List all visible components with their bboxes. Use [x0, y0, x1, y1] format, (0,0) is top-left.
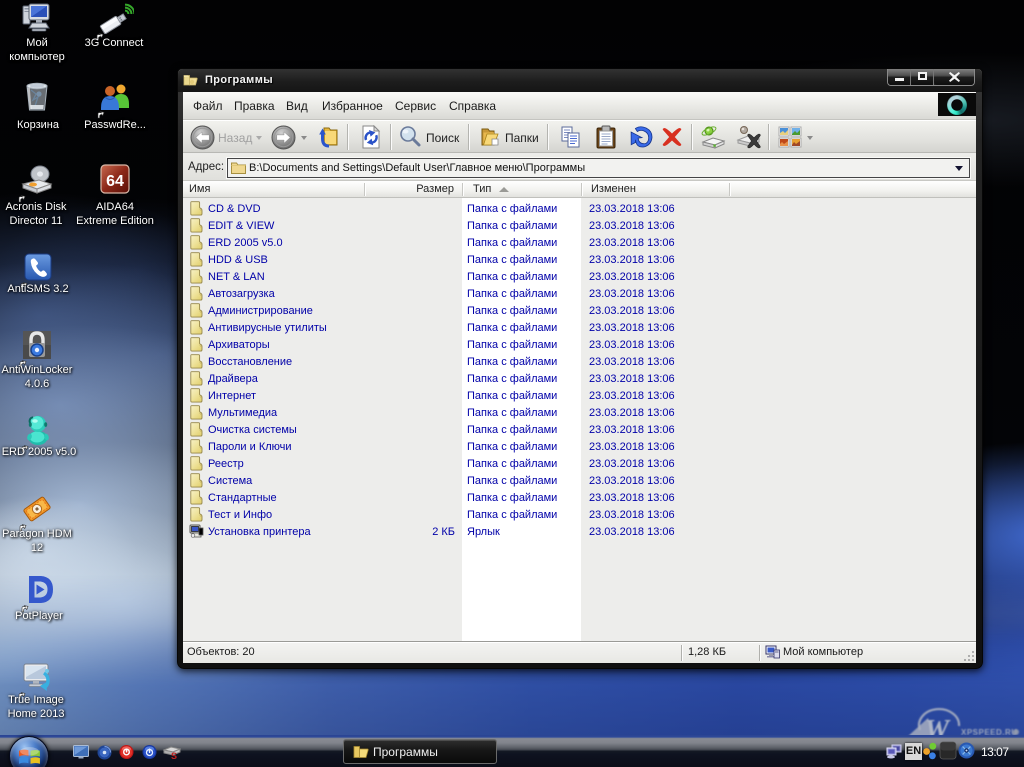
svg-text:64: 64 — [106, 173, 124, 190]
svg-text:S: S — [171, 751, 177, 760]
